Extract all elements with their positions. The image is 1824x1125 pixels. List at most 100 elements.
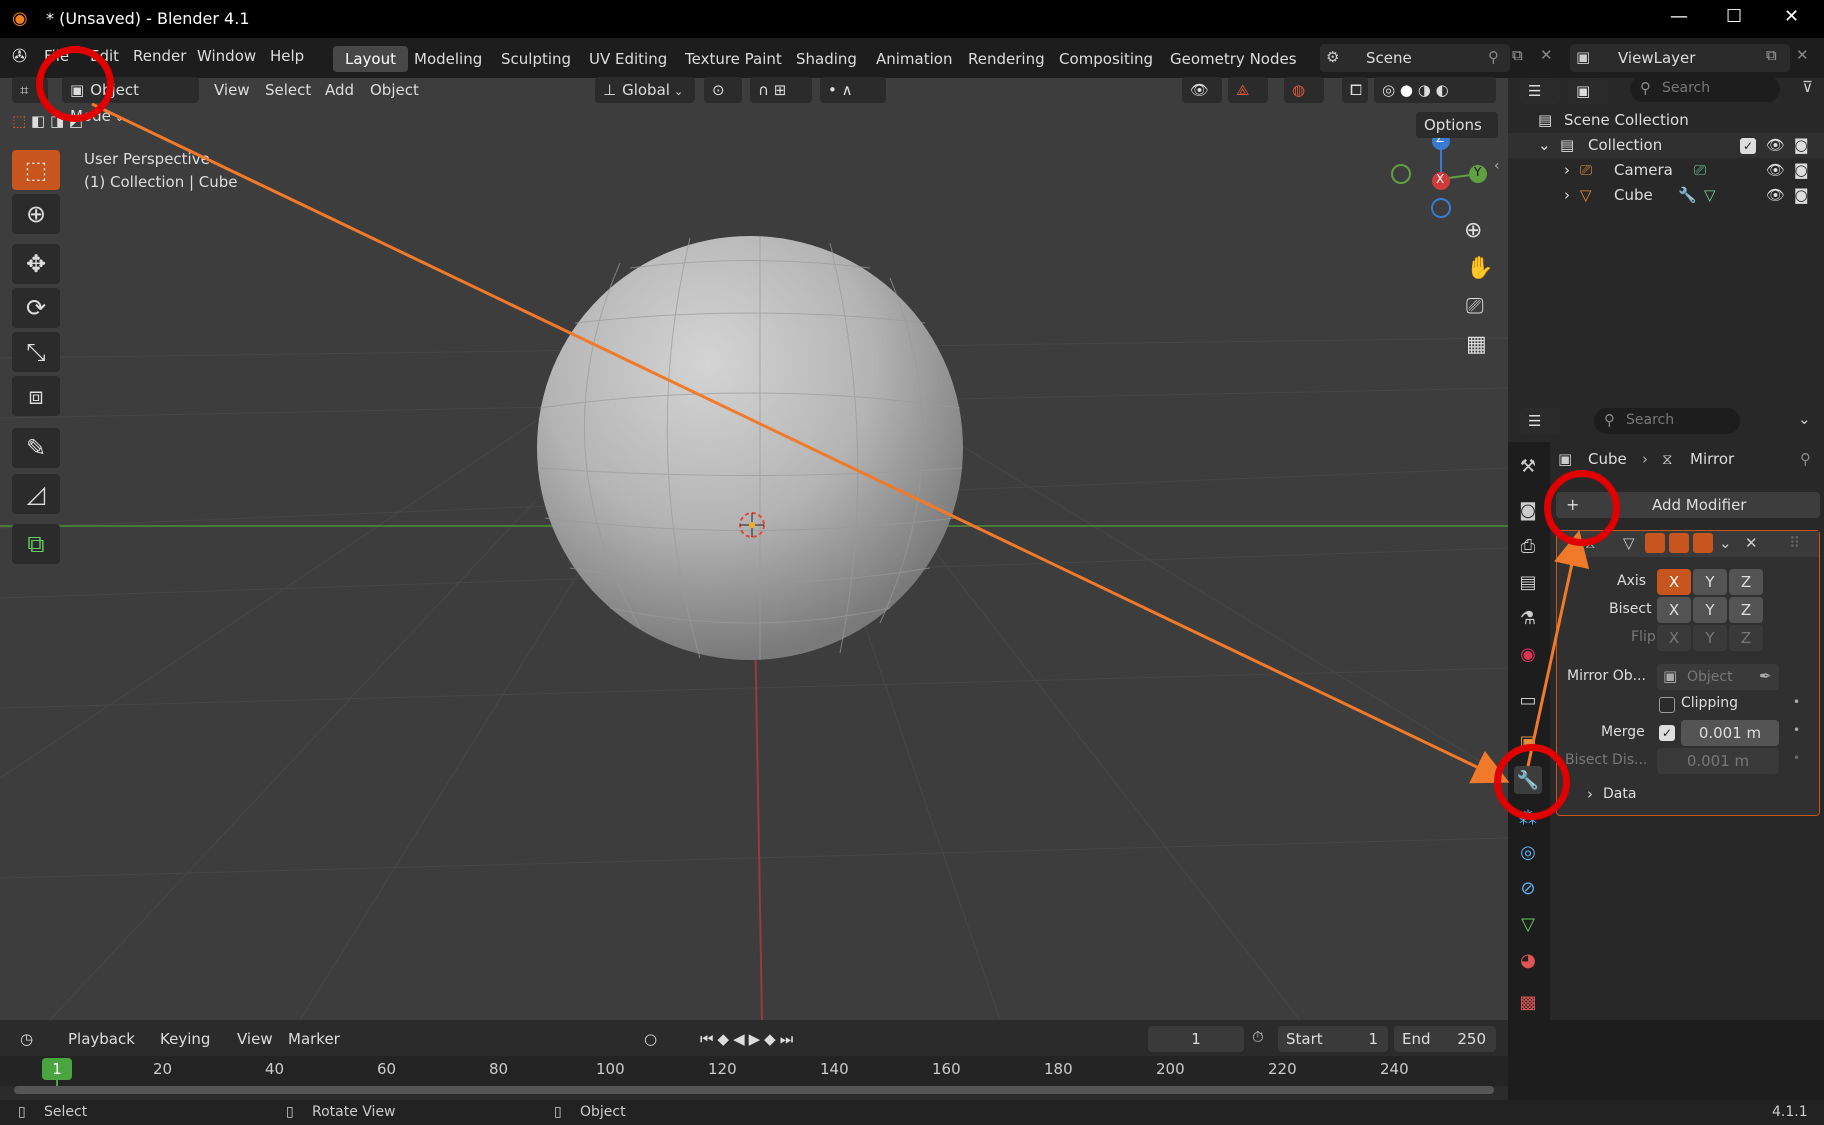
menu-render[interactable]: Render (133, 47, 186, 65)
tab-view-layer[interactable]: ▤ (1514, 568, 1542, 596)
flip-y-toggle[interactable]: Y (1693, 625, 1727, 651)
tab-geometry-nodes[interactable]: Geometry Nodes (1158, 46, 1309, 72)
chevron-down-icon[interactable]: ⌄ (1538, 133, 1551, 158)
play-reverse-icon[interactable]: ◀ (733, 1030, 749, 1048)
prev-keyframe-icon[interactable]: ◆ (718, 1030, 734, 1048)
viewport-toggle-icon[interactable] (1669, 533, 1689, 553)
delete-view-layer-icon[interactable]: ✕ (1796, 46, 1809, 64)
menu-window[interactable]: Window (197, 47, 256, 65)
tab-physics[interactable]: ◎ (1514, 838, 1542, 866)
tab-scene[interactable]: ⚗ (1514, 604, 1542, 632)
proportional-edit-button[interactable]: • ∧ (820, 77, 886, 103)
flip-x-toggle[interactable]: X (1657, 625, 1691, 651)
tab-material[interactable]: ◕ (1514, 946, 1542, 974)
remove-modifier-icon[interactable]: ✕ (1745, 534, 1758, 552)
tab-uv-editing[interactable]: UV Editing (577, 46, 679, 72)
viewport-menu-select[interactable]: Select (265, 77, 311, 103)
axis-y-toggle[interactable]: Y (1693, 569, 1727, 595)
cage-toggle-icon[interactable] (1645, 533, 1665, 553)
pivot-point-button[interactable]: ⊙ (704, 77, 742, 103)
tab-data[interactable]: ▽ (1514, 910, 1542, 938)
bisect-x-toggle[interactable]: X (1657, 597, 1691, 623)
playhead[interactable]: 1 (42, 1058, 72, 1080)
tool-annotate[interactable]: ✎ (12, 428, 60, 468)
viewport-menu-object[interactable]: Object (370, 77, 419, 103)
chevron-down-icon[interactable]: ⌄ (1719, 534, 1732, 552)
keyframe-dot-icon[interactable]: • (1793, 723, 1800, 737)
new-view-layer-icon[interactable]: ⧉ (1766, 46, 1777, 64)
viewport-menu-add[interactable]: Add (325, 77, 354, 103)
jump-start-icon[interactable]: ⏮ (700, 1030, 718, 1048)
minimize-button[interactable]: — (1670, 6, 1688, 27)
outliner-editor-type[interactable]: ☰ (1520, 78, 1560, 104)
start-frame-field[interactable]: Start 1 (1278, 1026, 1388, 1052)
merge-distance-field[interactable]: 0.001 m (1681, 720, 1779, 746)
tool-scale[interactable]: ⤡ (12, 332, 60, 372)
outliner-row-collection[interactable]: ⌄ ▤ Collection ✓ 👁 ◙ (1508, 133, 1824, 158)
pin-icon[interactable]: ⚲ (1800, 450, 1811, 468)
chevron-right-icon[interactable]: › (1587, 785, 1593, 803)
properties-editor-type[interactable]: ☰ (1520, 408, 1560, 434)
tab-constraints[interactable]: ⊘ (1514, 874, 1542, 902)
chevron-right-icon[interactable]: › (1564, 183, 1570, 208)
data-subpanel-label[interactable]: Data (1603, 786, 1636, 802)
timeline-menu-view[interactable]: View (237, 1026, 273, 1052)
tab-world[interactable]: ◉ (1514, 640, 1542, 668)
outliner-row-scene-collection[interactable]: ▤ Scene Collection (1508, 108, 1824, 133)
bisect-distance-field[interactable]: 0.001 m (1657, 748, 1779, 774)
mirror-object-field[interactable]: ▣ Object ✒ (1657, 664, 1779, 690)
render-toggle-icon[interactable] (1693, 533, 1713, 553)
tab-layout[interactable]: Layout (333, 46, 408, 72)
camera-view-icon[interactable]: ⎚ (1466, 294, 1484, 319)
tool-cursor[interactable]: ⊕ (12, 194, 60, 234)
keyframe-dot-icon[interactable]: • (1793, 695, 1800, 709)
merge-checkbox[interactable]: ✓ (1659, 725, 1675, 741)
tool-move[interactable]: ✥ (12, 244, 60, 284)
outliner-row-cube[interactable]: › ▽ Cube 🔧 ▽ 👁 ◙ (1508, 183, 1824, 208)
tab-compositing[interactable]: Compositing (1047, 46, 1165, 72)
clipping-checkbox[interactable] (1659, 697, 1675, 713)
tab-animation[interactable]: Animation (864, 46, 964, 72)
shading-rendered-icon[interactable]: ◐ (1436, 81, 1449, 99)
tab-output[interactable]: ⎙ (1514, 532, 1542, 560)
outliner-search-input[interactable]: ⚲ Search (1630, 76, 1780, 102)
zoom-icon[interactable]: ⊕ (1464, 218, 1482, 243)
blender-menu-icon[interactable]: ✇ (12, 46, 27, 67)
eye-icon[interactable]: 👁 (1766, 158, 1785, 183)
eyedropper-icon[interactable]: ✒ (1759, 667, 1772, 685)
timeline-menu-marker[interactable]: Marker (288, 1026, 340, 1052)
transform-orientation-selector[interactable]: ⊥ Global ⌄ (595, 77, 695, 103)
view-layer-selector[interactable]: ▣ ViewLayer (1570, 44, 1790, 72)
chevron-right-icon[interactable]: › (1564, 158, 1570, 183)
tool-rotate[interactable]: ⟳ (12, 288, 60, 328)
ortho-grid-icon[interactable]: ▦ (1466, 332, 1487, 357)
camera-render-icon[interactable]: ◙ (1794, 183, 1809, 208)
collection-checkbox[interactable]: ✓ (1740, 138, 1756, 154)
next-keyframe-icon[interactable]: ◆ (764, 1030, 780, 1048)
menu-help[interactable]: Help (270, 47, 304, 65)
flip-z-toggle[interactable]: Z (1729, 625, 1763, 651)
axis-x-toggle[interactable]: X (1657, 569, 1691, 595)
gizmo-toggle-button[interactable]: ⟁ (1228, 77, 1268, 103)
tab-tool[interactable]: ⚒ (1514, 452, 1542, 480)
display-mode-button[interactable]: ▣ (1568, 78, 1608, 104)
bisect-z-toggle[interactable]: Z (1729, 597, 1763, 623)
bisect-y-toggle[interactable]: Y (1693, 597, 1727, 623)
snap-button[interactable]: ∩ ⊞ (750, 77, 812, 103)
stopwatch-icon[interactable]: ⏱ (1252, 1028, 1264, 1046)
tab-collection[interactable]: ▭ (1514, 686, 1542, 714)
tool-select-box[interactable]: ⬚ (12, 150, 60, 190)
shading-material-icon[interactable]: ◑ (1418, 81, 1431, 99)
outliner-row-camera[interactable]: › ⎚ Camera ⎚ 👁 ◙ (1508, 158, 1824, 183)
tab-texture-paint[interactable]: Texture Paint (673, 46, 794, 72)
chevron-down-icon[interactable]: ⌄ (1798, 410, 1811, 428)
tool-measure[interactable]: ◿ (12, 474, 60, 514)
camera-render-icon[interactable]: ◙ (1794, 133, 1809, 158)
shading-solid-icon[interactable]: ● (1400, 81, 1413, 99)
3d-viewport[interactable]: Z Y X User Perspective (1) Collection | … (0, 78, 1508, 1020)
overlay-toggle-button[interactable]: ◍ (1284, 77, 1324, 103)
jump-end-icon[interactable]: ⏭ (780, 1030, 798, 1048)
axis-z-toggle[interactable]: Z (1729, 569, 1763, 595)
properties-search-input[interactable]: ⚲ Search (1594, 408, 1740, 434)
end-frame-field[interactable]: End 250 (1394, 1026, 1496, 1052)
